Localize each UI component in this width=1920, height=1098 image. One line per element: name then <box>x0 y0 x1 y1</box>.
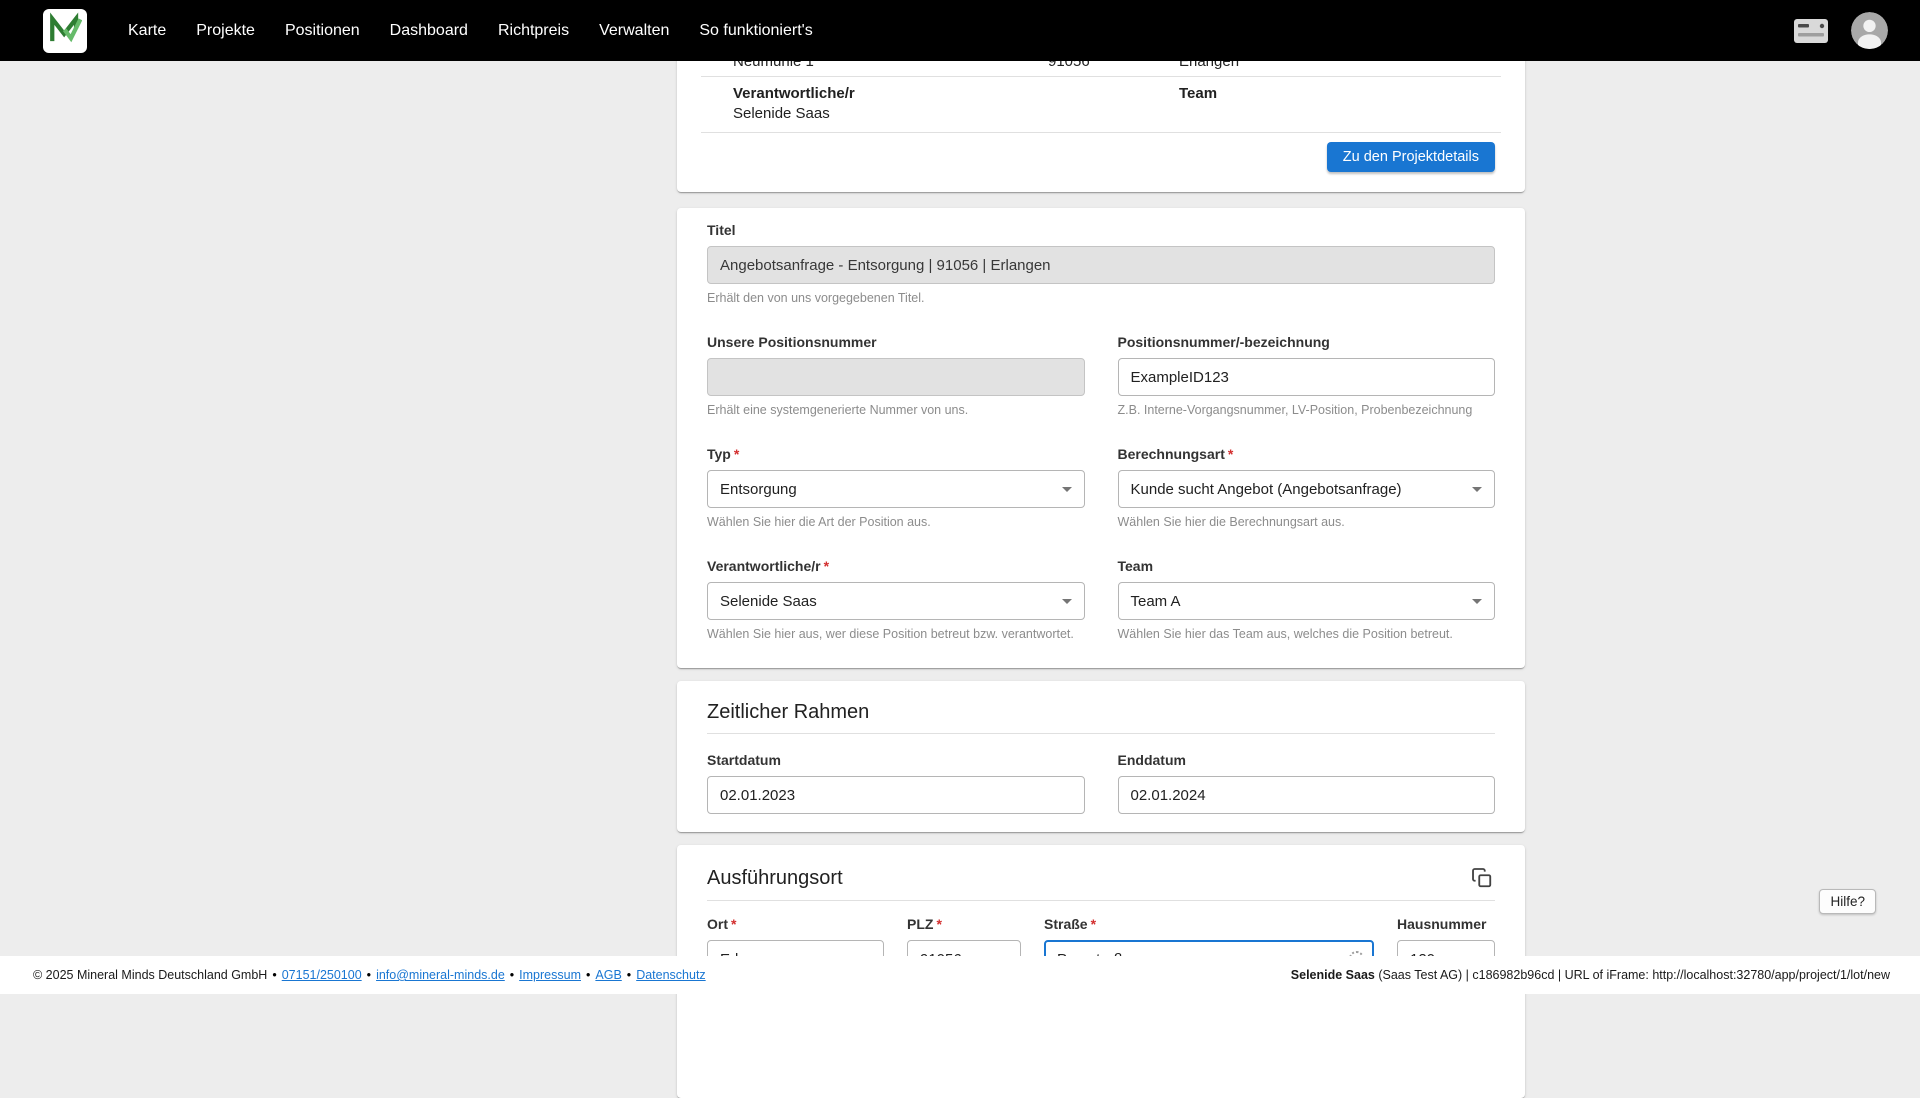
ort-label: Ort* <box>707 916 884 932</box>
footer-email-link[interactable]: info@mineral-minds.de <box>376 968 505 982</box>
team-helper: Wählen Sie hier das Team aus, welches di… <box>1118 627 1496 642</box>
server-icon[interactable] <box>1793 18 1829 44</box>
berechnungsart-select[interactable]: Kunde sucht Angebot (Angebotsanfrage) <box>1118 470 1496 508</box>
team-select[interactable]: Team A <box>1118 582 1496 620</box>
positionsnummer-input[interactable] <box>1118 358 1496 396</box>
team-select-label: Team <box>1118 558 1496 574</box>
divider <box>707 900 1495 901</box>
footer-session-details: (Saas Test AG) | c186982b96cd | URL of i… <box>1375 968 1890 982</box>
typ-helper: Wählen Sie hier die Art der Position aus… <box>707 515 1085 530</box>
navbar-right-actions <box>1793 12 1888 49</box>
project-responsible-row: Verantwortliche/r Selenide Saas Team <box>677 77 1525 132</box>
footer-impressum-link[interactable]: Impressum <box>519 968 581 982</box>
unsere-positionsnummer-input <box>707 358 1085 396</box>
app-logo[interactable] <box>43 9 87 53</box>
titel-label: Titel <box>707 222 1495 238</box>
positionsnummer-label: Positionsnummer/-bezeichnung <box>1118 334 1496 350</box>
enddatum-label: Enddatum <box>1118 752 1496 768</box>
verantwortlicher-helper: Wählen Sie hier aus, wer diese Position … <box>707 627 1085 642</box>
copy-icon <box>1471 877 1493 892</box>
strasse-label: Straße* <box>1044 916 1374 932</box>
user-avatar[interactable] <box>1851 12 1888 49</box>
unsere-positionsnummer-label: Unsere Positionsnummer <box>707 334 1085 350</box>
main-nav: Karte Projekte Positionen Dashboard Rich… <box>113 0 828 61</box>
hilfe-button[interactable]: Hilfe? <box>1819 889 1876 914</box>
project-details-button[interactable]: Zu den Projektdetails <box>1327 142 1495 172</box>
nav-item-so-funktionierts[interactable]: So funktioniert's <box>684 0 827 61</box>
top-navbar: Karte Projekte Positionen Dashboard Rich… <box>0 0 1920 61</box>
startdatum-input[interactable] <box>707 776 1085 814</box>
mineral-minds-logo-icon <box>48 11 82 50</box>
plz-label: PLZ* <box>907 916 1021 932</box>
main-content: Neumühle 1 91056 Erlangen Verantwortlich… <box>677 61 1525 1098</box>
verantwortlicher-select[interactable]: Selenide Saas <box>707 582 1085 620</box>
nav-item-dashboard[interactable]: Dashboard <box>375 0 483 61</box>
user-avatar-icon <box>1851 36 1888 49</box>
footer-session-info: Selenide Saas (Saas Test AG) | c186982b9… <box>1291 968 1890 982</box>
divider <box>707 733 1495 734</box>
footer-separator: • <box>510 968 514 982</box>
chevron-down-icon <box>1062 487 1072 492</box>
footer-agb-link[interactable]: AGB <box>595 968 621 982</box>
verantwortlicher-label: Verantwortliche/r* <box>707 558 1085 574</box>
hausnummer-label: Hausnummer <box>1397 916 1495 932</box>
titel-helper: Erhält den von uns vorgegebenen Titel. <box>707 291 1495 306</box>
chevron-down-icon <box>1062 599 1072 604</box>
berechnungsart-label: Berechnungsart* <box>1118 446 1496 462</box>
footer-separator: • <box>627 968 631 982</box>
footer-separator: • <box>272 968 276 982</box>
nav-item-karte[interactable]: Karte <box>113 0 181 61</box>
footer-copyright: © 2025 Mineral Minds Deutschland GmbH <box>33 968 267 982</box>
responsible-value: Selenide Saas <box>733 105 1179 123</box>
unsere-positionsnummer-helper: Erhält eine systemgenerierte Nummer von … <box>707 403 1085 418</box>
position-form-card: Titel Erhält den von uns vorgegebenen Ti… <box>677 208 1525 668</box>
typ-select[interactable]: Entsorgung <box>707 470 1085 508</box>
positionsnummer-helper: Z.B. Interne-Vorgangsnummer, LV-Position… <box>1118 403 1496 418</box>
enddatum-input[interactable] <box>1118 776 1496 814</box>
berechnungsart-helper: Wählen Sie hier die Berechnungsart aus. <box>1118 515 1496 530</box>
ausfuehrungsort-title: Ausführungsort <box>707 867 843 890</box>
zeitlicher-rahmen-title: Zeitlicher Rahmen <box>707 701 869 724</box>
chevron-down-icon <box>1472 487 1482 492</box>
zeitlicher-rahmen-card: Zeitlicher Rahmen Startdatum Enddatum <box>677 681 1525 832</box>
footer-left: © 2025 Mineral Minds Deutschland GmbH • 07… <box>33 968 706 982</box>
nav-item-verwalten[interactable]: Verwalten <box>584 0 684 61</box>
titel-input <box>707 246 1495 284</box>
team-label: Team <box>1179 85 1495 103</box>
footer-user-name: Selenide Saas <box>1291 968 1375 982</box>
footer-separator: • <box>586 968 590 982</box>
chevron-down-icon <box>1472 599 1482 604</box>
startdatum-label: Startdatum <box>707 752 1085 768</box>
footer: © 2025 Mineral Minds Deutschland GmbH • 07… <box>0 956 1920 994</box>
copy-address-button[interactable] <box>1469 865 1495 891</box>
typ-label: Typ* <box>707 446 1085 462</box>
nav-item-positionen[interactable]: Positionen <box>270 0 375 61</box>
footer-phone-link[interactable]: 07151/250100 <box>282 968 362 982</box>
footer-datenschutz-link[interactable]: Datenschutz <box>636 968 705 982</box>
responsible-label: Verantwortliche/r <box>733 85 1179 103</box>
footer-separator: • <box>367 968 371 982</box>
nav-item-projekte[interactable]: Projekte <box>181 0 270 61</box>
nav-item-richtpreis[interactable]: Richtpreis <box>483 0 584 61</box>
